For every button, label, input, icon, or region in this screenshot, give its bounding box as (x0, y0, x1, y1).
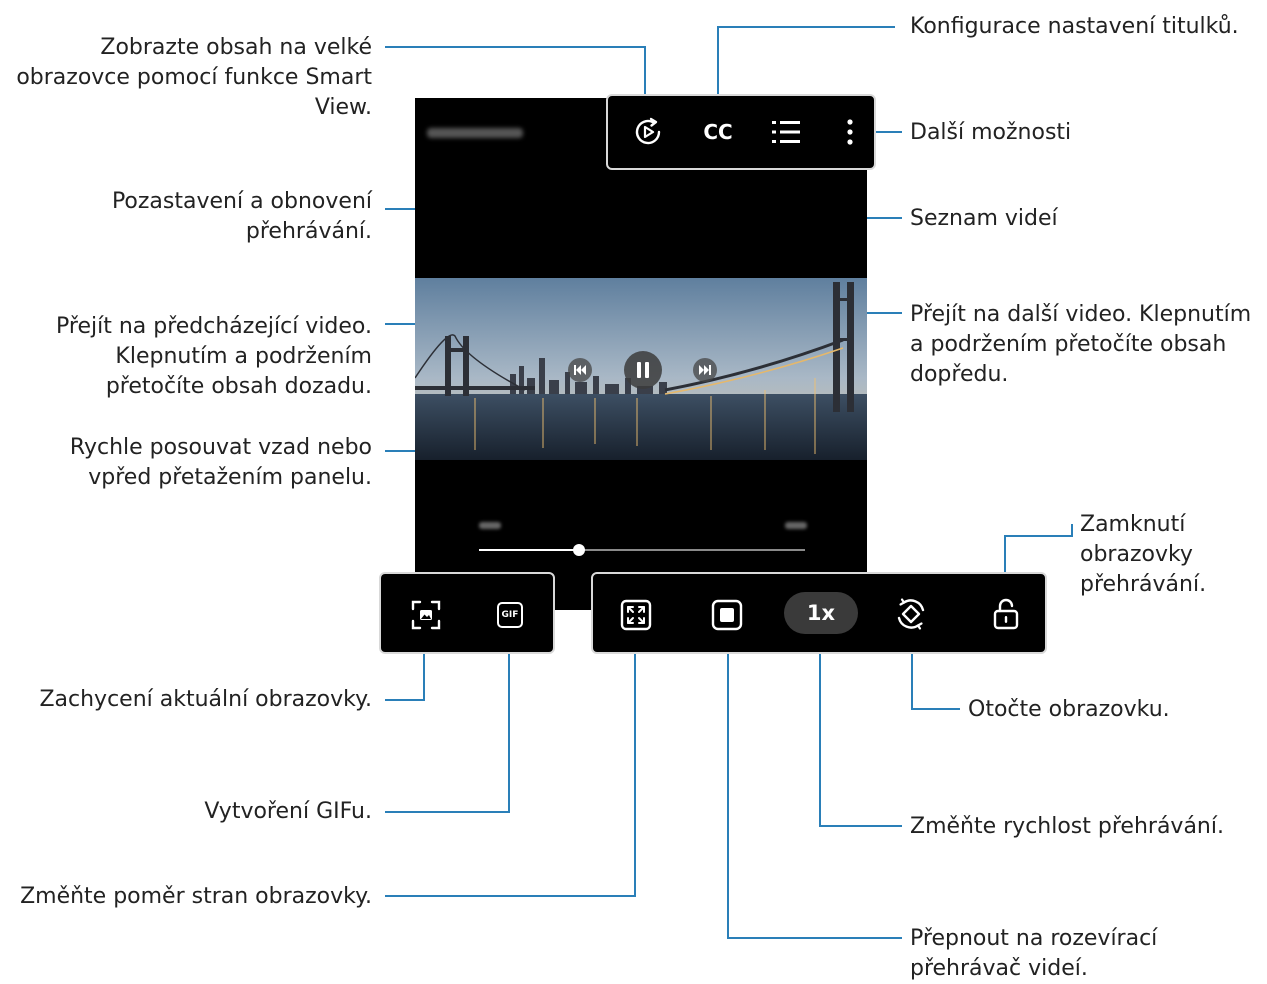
callout-capture: Zachycení aktuální obrazovky. (39, 687, 372, 712)
capture-button[interactable] (407, 596, 445, 634)
callout-subtitles: Konfigurace nastavení titulků. (910, 14, 1239, 39)
rotate-icon (897, 598, 925, 630)
callout-speed: Změňte rychlost přehrávání. (910, 814, 1224, 839)
popup-player-button[interactable] (708, 596, 746, 634)
gif-button[interactable]: GIF (491, 596, 529, 634)
callout-smart-view: Zobrazte obsah na velké obrazovce pomocí… (16, 35, 372, 120)
more-options-button[interactable] (836, 112, 864, 152)
bottom-left-toolbar: GIF (379, 572, 555, 654)
callout-more-options: Další možnosti (910, 120, 1072, 145)
aspect-ratio-icon (620, 599, 652, 631)
bottom-right-toolbar: 1x (591, 572, 1047, 654)
rotate-screen-button[interactable] (891, 594, 931, 634)
callout-aspect-ratio: Změňte poměr stran obrazovky. (20, 884, 372, 909)
pause-button[interactable] (624, 351, 662, 389)
lock-screen-button[interactable] (986, 594, 1026, 634)
callout-popup-player: Přepnout na rozevírací přehrávač videí. (910, 926, 1158, 981)
video-title-blurred (427, 128, 523, 138)
callout-pause-resume: Pozastavení a obnovení přehrávání. (111, 189, 372, 244)
gif-icon: GIF (497, 602, 523, 628)
playback-speed-button[interactable]: 1x (784, 592, 858, 634)
popup-player-icon (711, 599, 743, 631)
previous-icon (574, 365, 586, 375)
smart-view-icon (635, 117, 661, 145)
video-list-button[interactable] (766, 112, 806, 152)
callout-gif: Vytvoření GIFu. (204, 799, 372, 824)
more-vertical-icon (847, 119, 853, 145)
list-icon (772, 121, 800, 143)
video-player-screen (415, 98, 867, 610)
callout-previous-video: Přejít na předcházející video. Klepnutím… (56, 314, 372, 399)
smart-view-button[interactable] (628, 112, 668, 152)
callout-rotate: Otočte obrazovku. (968, 697, 1170, 722)
total-time-blurred (785, 522, 807, 529)
next-button[interactable] (693, 358, 717, 382)
pause-icon (637, 362, 649, 378)
callout-seek-bar: Rychle posouvat vzad nebo vpřed přetažen… (69, 435, 372, 490)
callout-video-list: Seznam videí (910, 206, 1058, 231)
next-icon (699, 365, 711, 375)
subtitles-cc-button[interactable]: CC (696, 112, 740, 152)
callout-lock-screen: Zamknutí obrazovky přehrávání. (1080, 512, 1207, 597)
elapsed-time-blurred (479, 522, 501, 529)
callout-next-video: Přejít na další video. Klepnutím a podrž… (910, 302, 1252, 387)
seek-bar-progress (479, 549, 579, 551)
capture-icon (411, 600, 441, 630)
lock-icon (993, 598, 1019, 630)
aspect-ratio-button[interactable] (617, 596, 655, 634)
seek-bar-handle[interactable] (573, 544, 585, 556)
top-toolbar: CC (606, 94, 876, 170)
previous-button[interactable] (568, 358, 592, 382)
